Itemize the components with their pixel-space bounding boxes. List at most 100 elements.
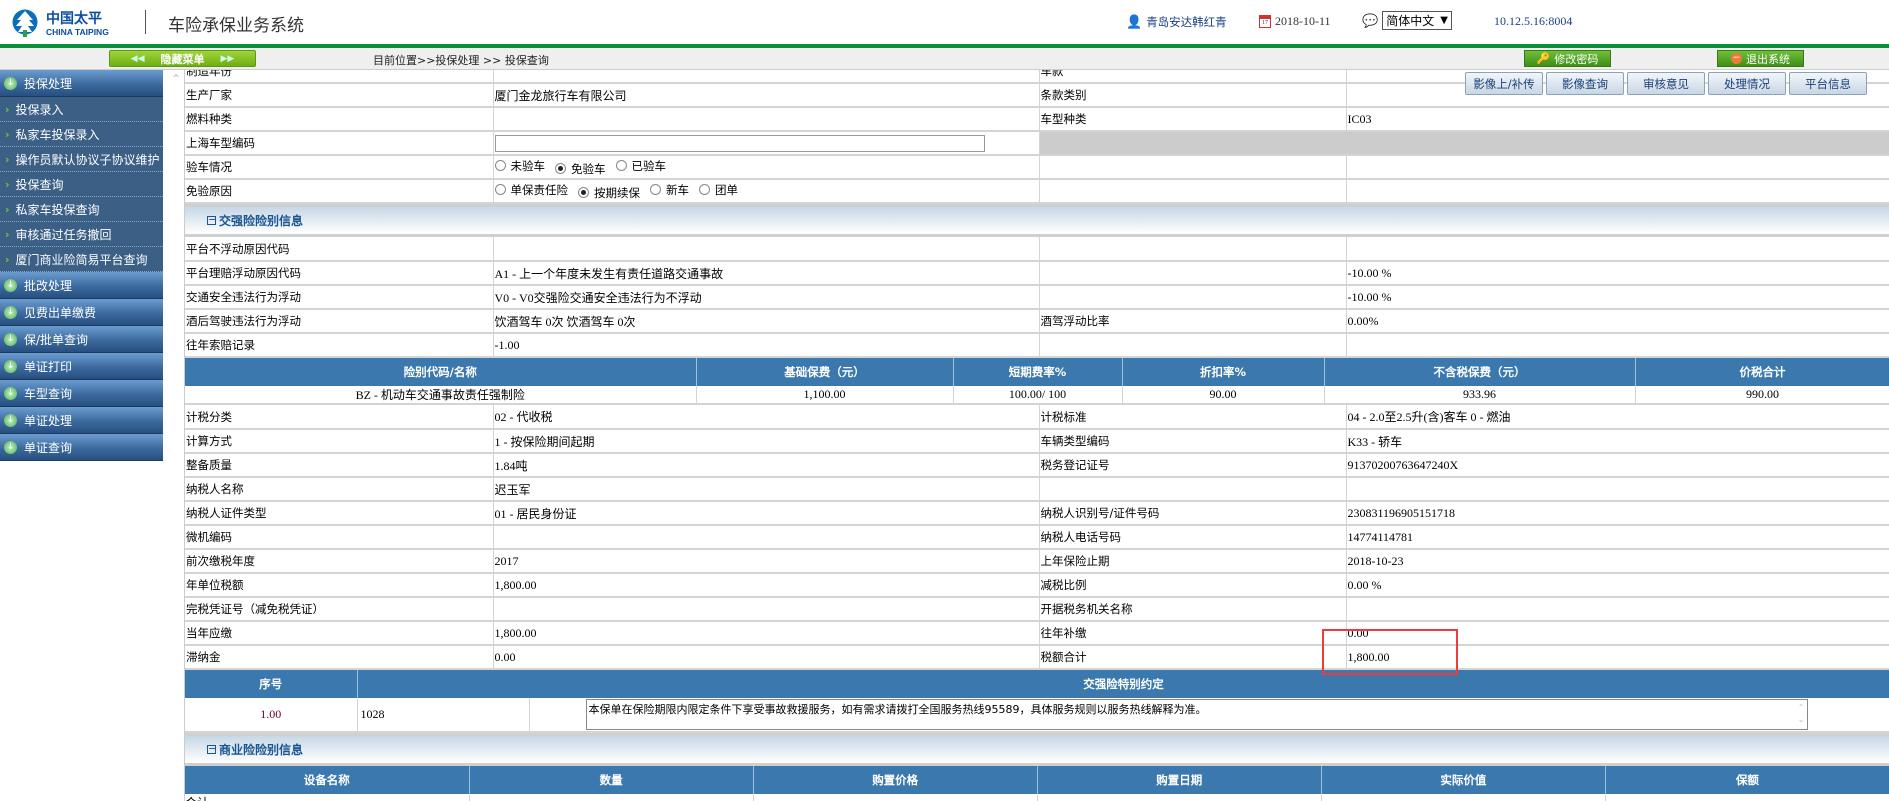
field-value <box>1346 179 1889 204</box>
sidebar-item-label: 操作员默认协议子协议维护 <box>15 152 160 167</box>
column-header: 折扣率% <box>1122 358 1325 386</box>
field-value <box>1346 333 1889 358</box>
sidebar-section[interactable]: ↓ 见费出单缴费 <box>0 299 163 326</box>
field-label: 上海车型编码 <box>185 131 494 156</box>
field-label: 酒后驾驶违法行为浮动 <box>185 309 494 334</box>
clause-textarea[interactable]: 本保单在保险期限内限定条件下享受事故救援服务，如有需求请拨打全国服务热线9558… <box>585 699 1808 730</box>
sidebar-section[interactable]: ↓ 保/批单查询 <box>0 326 163 353</box>
exemption-reason-radio[interactable]: 团单 <box>699 182 738 198</box>
table-row: 微机编码 纳税人电话号码 14774114781 <box>185 525 1889 550</box>
field-label: 燃料种类 <box>185 107 494 132</box>
table-row: 合计 <box>185 794 1889 801</box>
highlight-box <box>1322 629 1458 675</box>
column-header: 保额 <box>1605 766 1889 794</box>
radio-label: 未验车 <box>510 158 546 173</box>
commercial-section-header[interactable]: − 商业险险别信息 <box>185 733 1889 766</box>
field-value: IC03 <box>1346 107 1889 132</box>
sidebar-section[interactable]: ↓ 投保处理 <box>0 70 163 97</box>
sidebar-section[interactable]: ↓ 单证查询 <box>0 434 163 461</box>
special-terms-table: 序号 交强险特别约定 1.00 1028 本保单在保险期限内限定条件下享受事故救援服务，… <box>185 670 1889 733</box>
inspection-status-radio[interactable]: 免验车 <box>555 161 606 177</box>
field-label <box>1039 285 1347 310</box>
action-button-1[interactable]: 影像查询 <box>1546 72 1624 95</box>
column-header: 险别代码/名称 <box>185 358 697 386</box>
field-value: 1.84吨 <box>493 453 1040 478</box>
language-switch[interactable]: 💬 简体中文 ▼ <box>1362 11 1452 30</box>
hide-menu-button[interactable]: ◀◀ 隐藏菜单 ▶▶ <box>109 50 256 67</box>
sidebar-item[interactable]: › 审核通过任务撤回 <box>0 222 163 247</box>
main-content[interactable]: ⌃ 制造年份 车款 生产厂家 厦门金龙旅行车有限公司 条款类别 燃料种类 车型种类 IC03 上… <box>163 70 1889 801</box>
logo-en: CHINA TAIPING <box>46 27 109 37</box>
sidebar-item[interactable]: › 私家车投保录入 <box>0 122 163 147</box>
radio-icon <box>555 163 566 174</box>
field-label: 制造年份 <box>185 70 494 84</box>
exemption-reason-radio[interactable]: 按期续保 <box>578 185 640 201</box>
chevron-right-icon: › <box>5 177 10 191</box>
sidebar-section[interactable]: ↓ 单证处理 <box>0 407 163 434</box>
table-cell: 1,100.00 <box>696 386 954 405</box>
action-button-3[interactable]: 处理情况 <box>1708 72 1786 95</box>
change-password-button[interactable]: 🔑 修改密码 <box>1524 50 1611 67</box>
field-value <box>493 107 1040 132</box>
clause-text: 本保单在保险期限内限定条件下享受事故救援服务，如有需求请拨打全国服务热线9558… <box>588 703 1207 716</box>
field-label: 车款 <box>1039 70 1347 84</box>
field-value: -1.00 <box>493 333 1040 358</box>
table-cell: BZ - 机动车交通事故责任强制险 <box>185 386 697 405</box>
field-label: 往年索赔记录 <box>185 333 494 358</box>
sidebar-item[interactable]: › 厦门商业险简易平台查询 <box>0 247 163 272</box>
vehicle-tax-table: 计税分类 02 - 代收税 计税标准 04 - 2.0至2.5升(含)客车 0 - 燃… <box>185 405 1889 670</box>
textarea-scrollbar[interactable]: ⌃ ⌄ <box>1798 702 1805 726</box>
user-info[interactable]: 👤 青岛安达韩红青 <box>1126 14 1227 30</box>
action-button-2[interactable]: 审核意见 <box>1627 72 1705 95</box>
table-header-row: 险别代码/名称 基础保费（元） 短期费率% 折扣率% 不含税保费（元） 价税合计 <box>185 358 1889 386</box>
inspection-status-radio[interactable]: 已验车 <box>615 158 667 174</box>
column-header: 交强险特别约定 <box>357 670 1889 698</box>
date-info: 17 2018-10-11 <box>1259 14 1331 29</box>
shanghai-model-code-input[interactable] <box>494 134 985 152</box>
field-label: 计税标准 <box>1039 405 1347 430</box>
sidebar-item-label: 私家车投保录入 <box>15 127 100 142</box>
scroll-up-icon[interactable]: ⌃ <box>171 72 181 87</box>
ctp-section-header[interactable]: − 交强险险别信息 <box>185 204 1889 237</box>
sidebar-section-label: 投保处理 <box>24 76 73 91</box>
column-header: 数量 <box>469 766 754 794</box>
exemption-reason-radio[interactable]: 新车 <box>650 182 689 198</box>
language-value: 简体中文 <box>1386 14 1435 28</box>
language-select[interactable]: 简体中文 ▼ <box>1382 11 1452 30</box>
field-value: 1,800.00 <box>493 573 1040 598</box>
field-value: 01 - 居民身份证 <box>493 501 1040 526</box>
sidebar-section[interactable]: ↓ 批改处理 <box>0 272 163 299</box>
table-cell <box>469 794 754 801</box>
field-label: 上年保险止期 <box>1039 549 1347 574</box>
stop-icon: − <box>1731 53 1742 64</box>
toolbar: ◀◀ 隐藏菜单 ▶▶ 目前位置>>投保处理 >> 投保查询 🔑 修改密码 − 退出系统 <box>0 48 1889 70</box>
field-label: 往年补缴 <box>1039 621 1347 646</box>
exemption-reason-radio[interactable]: 单保责任险 <box>494 182 568 198</box>
logout-button[interactable]: − 退出系统 <box>1717 50 1804 67</box>
sidebar-item[interactable]: › 投保录入 <box>0 97 163 122</box>
column-header: 价税合计 <box>1635 358 1889 386</box>
expand-circle-icon: ↓ <box>4 278 17 292</box>
table-cell <box>1605 794 1889 801</box>
field-label: 开据税务机关名称 <box>1039 597 1347 622</box>
inspection-status-radio[interactable]: 未验车 <box>494 158 546 174</box>
sidebar-section[interactable]: ↓ 车型查询 <box>0 380 163 407</box>
sidebar-item[interactable]: › 操作员默认协议子协议维护 <box>0 147 163 172</box>
radio-label: 已验车 <box>631 158 667 173</box>
user-icon: 👤 <box>1126 14 1143 29</box>
table-row: 平台不浮动原因代码 <box>185 237 1889 262</box>
sidebar-item[interactable]: › 私家车投保查询 <box>0 197 163 222</box>
table-cell: 990.00 <box>1635 386 1889 405</box>
field-label <box>1039 179 1347 204</box>
sidebar-item[interactable]: › 投保查询 <box>0 172 163 197</box>
table-row: BZ - 机动车交通事故责任强制险 1,100.00 100.00/ 100 90.0… <box>185 386 1889 405</box>
radio-label: 按期续保 <box>594 185 640 200</box>
table-row: 纳税人证件类型 01 - 居民身份证 纳税人识别号/证件号码 230831196905… <box>185 501 1889 526</box>
sidebar-section[interactable]: ↓ 单证打印 <box>0 353 163 380</box>
table-row: 年单位税额 1,800.00 减税比例 0.00 % <box>185 573 1889 598</box>
table-cell: 90.00 <box>1122 386 1325 405</box>
field-label: 微机编码 <box>185 525 494 550</box>
action-button-0[interactable]: 影像上/补传 <box>1465 72 1543 95</box>
hide-menu-label: 隐藏菜单 <box>160 52 205 66</box>
action-button-4[interactable]: 平台信息 <box>1789 72 1867 95</box>
